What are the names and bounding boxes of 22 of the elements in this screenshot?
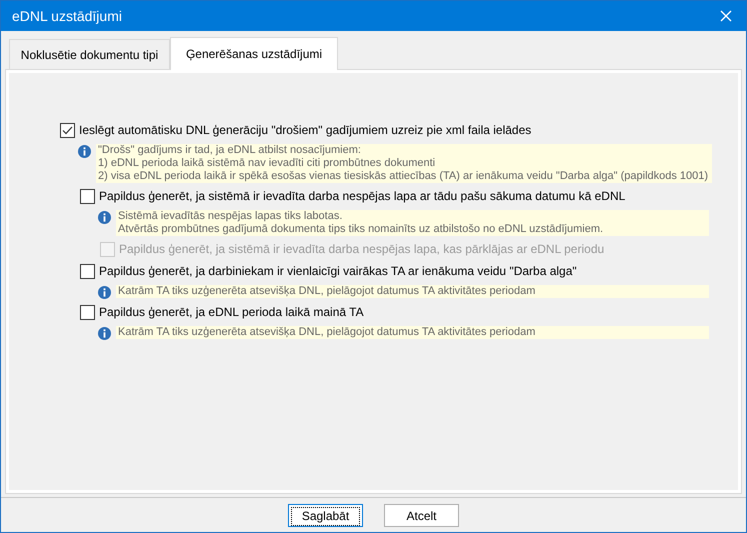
checkbox-label[interactable]: Papildus ģenerēt, ja sistēmā ir ievadīta darba nespējas lapa ar tādu pašu sākuma datumu kā eDNL xyxy=(99,189,626,203)
checkbox-label[interactable]: Ieslēgt automātisku DNL ģenerāciju "drošiem" gadījumiem uzreiz pie xml faila ielādes xyxy=(79,123,532,137)
checkbox[interactable] xyxy=(80,264,95,278)
info-icon xyxy=(98,286,111,299)
checkbox-label[interactable]: Papildus ģenerēt, ja eDNL perioda laikā mainā TA xyxy=(99,305,364,319)
checkbox[interactable] xyxy=(80,188,95,204)
info-note: "Drošs" gadījums ir tad, ja eDNL atbilst nosacījumiem: 1) eDNL perioda laikā sistēmā nav ievadīti citi prombūtnes dokumenti 2) visa eDNL perioda laikā ir spēkā esošas vienas tiesiskās attiecības (TA) ar ienākuma veidu "Darba alga" (papildkods 1001) xyxy=(96,144,712,183)
info-icon xyxy=(78,145,91,158)
save-button[interactable]: Saglabāt xyxy=(288,504,363,526)
checkbox-label[interactable]: Papildus ģenerēt, ja darbiniekam ir vienlaicīgi vairākas TA ar ienākuma veidu "Darba alga" xyxy=(99,264,577,278)
info-note: Katrām TA tiks uzģenerēta atsevišķa DNL, pielāgojot datumus TA aktivitātes periodam xyxy=(116,285,709,298)
cancel-button[interactable]: Atcelt xyxy=(384,504,459,526)
window-title: eDNL uzstādījumi xyxy=(12,8,122,24)
checkbox[interactable] xyxy=(60,122,75,138)
info-note: Katrām TA tiks uzģenerēta atsevišķa DNL, pielāgojot datumus TA aktivitātes periodam xyxy=(116,326,709,339)
info-icon xyxy=(98,327,111,340)
tab[interactable]: Noklusētie dokumentu tipi xyxy=(9,39,170,69)
tab[interactable]: Ģenerēšanas uzstādījumi xyxy=(170,37,338,70)
info-note: Sistēmā ievadītās nespējas lapas tiks labotas. Atvērtās prombūtnes gadījumā dokumenta tips tiks nomainīts uz atbilstošo no eDNL uzstādījumiem. xyxy=(116,210,709,236)
info-icon xyxy=(98,211,111,224)
close-icon[interactable] xyxy=(720,10,732,22)
checkbox[interactable] xyxy=(80,304,95,320)
